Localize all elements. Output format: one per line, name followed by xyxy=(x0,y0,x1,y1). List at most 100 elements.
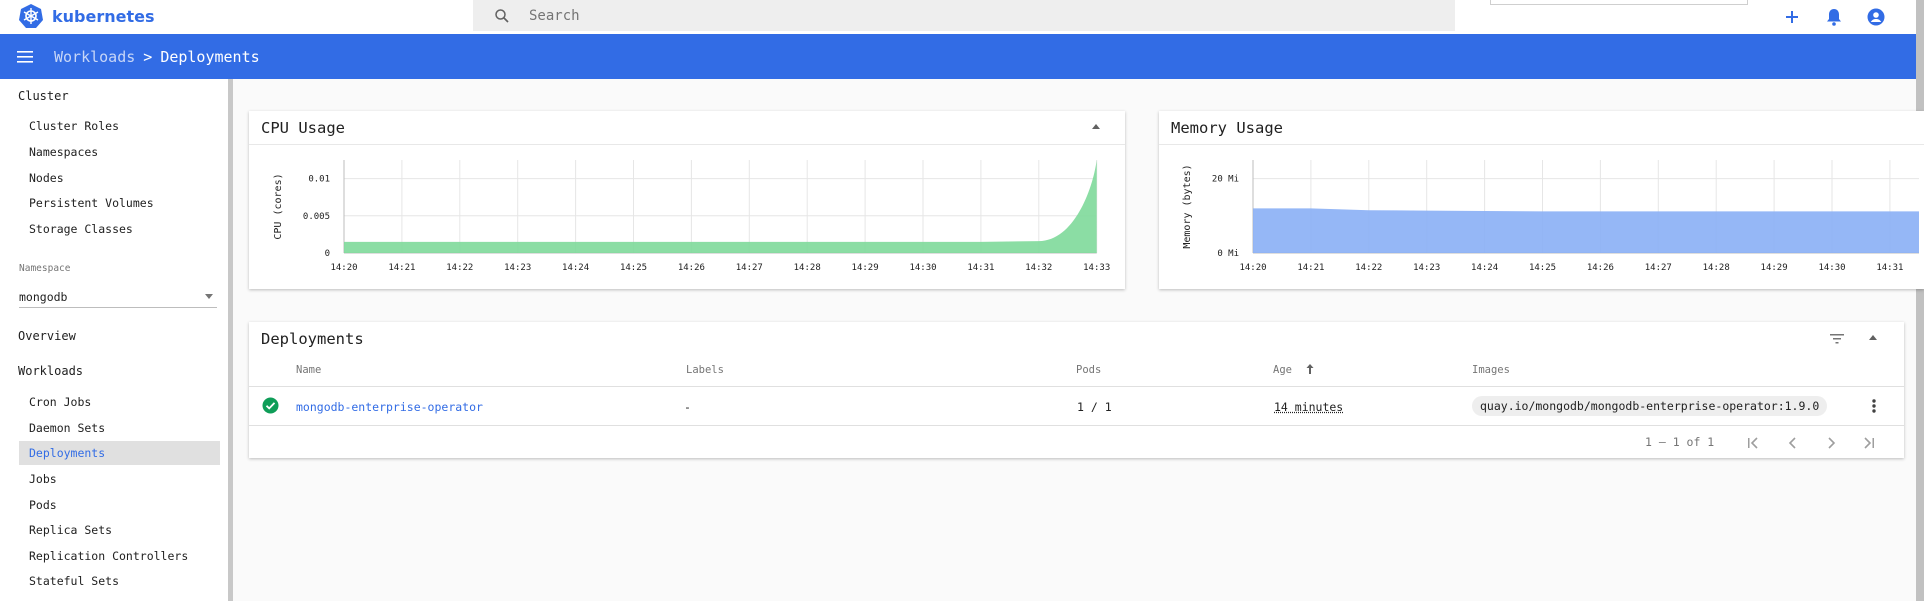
sidebar-section-workloads[interactable]: Workloads xyxy=(18,364,83,378)
x-tick-label: 14:27 xyxy=(1645,263,1672,273)
sidebar-section-cluster[interactable]: Cluster xyxy=(18,89,69,103)
collapse-icon[interactable] xyxy=(1092,124,1100,129)
collapse-icon[interactable] xyxy=(1869,335,1877,340)
cpu-usage-chart: 0 0.005 0.01 14:20 14:21 14:22 14:23 14:24 14:25… xyxy=(273,160,1110,273)
breadcrumb-deployments: Deployments xyxy=(160,47,260,66)
x-tick-label: 14:28 xyxy=(794,263,821,273)
kubernetes-logo-icon xyxy=(19,4,43,28)
x-tick-label: 14:23 xyxy=(1413,263,1440,273)
account-icon[interactable] xyxy=(1864,5,1888,29)
column-header-age[interactable]: Age xyxy=(1273,364,1292,376)
cpu-usage-card: CPU Usage 0 0.005 0.01 14:20 14:21 14:22 14:23… xyxy=(249,111,1125,289)
y-tick-label: 20 Mi xyxy=(1212,175,1239,185)
sidebar-item-stateful-sets[interactable]: Stateful Sets xyxy=(19,569,220,593)
sidebar-item-overview[interactable]: Overview xyxy=(18,329,76,343)
deployment-age[interactable]: 14 minutes xyxy=(1274,400,1343,414)
x-tick-label: 14:29 xyxy=(852,263,879,273)
sidebar-item-replication-controllers[interactable]: Replication Controllers xyxy=(19,544,220,568)
x-tick-label: 14:29 xyxy=(1761,263,1788,273)
x-tick-label: 14:22 xyxy=(1355,263,1382,273)
x-tick-label: 14:26 xyxy=(1587,263,1614,273)
x-tick-label: 14:22 xyxy=(446,263,473,273)
page-scrollbar[interactable] xyxy=(1916,0,1924,601)
sidebar-scrollbar[interactable] xyxy=(228,79,233,601)
pagination-range: 1 – 1 of 1 xyxy=(1645,435,1715,449)
deployment-name-link[interactable]: mongodb-enterprise-operator xyxy=(296,400,483,414)
search-bar[interactable] xyxy=(473,0,1455,31)
x-tick-label: 14:28 xyxy=(1703,263,1730,273)
sidebar-item-replica-sets[interactable]: Replica Sets xyxy=(19,518,220,542)
sidebar-item-nodes[interactable]: Nodes xyxy=(19,166,220,190)
popup-edge xyxy=(1490,0,1748,5)
table-divider xyxy=(249,386,1904,387)
app-logo[interactable]: kubernetes xyxy=(18,3,155,29)
sidebar-item-persistent-volumes[interactable]: Persistent Volumes xyxy=(19,191,220,215)
previous-page-icon[interactable] xyxy=(1786,436,1800,450)
sidebar-item-pods[interactable]: Pods xyxy=(19,493,220,517)
notifications-bell-icon[interactable] xyxy=(1822,5,1846,29)
y-tick-label: 0.01 xyxy=(308,175,330,185)
x-tick-label: 14:32 xyxy=(1025,263,1052,273)
y-tick-label: 0 xyxy=(325,249,330,259)
x-tick-label: 14:31 xyxy=(967,263,994,273)
memory-usage-card: Memory Usage 0 Mi 20 Mi 14:20 14:21 14:22 14:… xyxy=(1159,111,1924,289)
namespace-label: Namespace xyxy=(19,263,71,274)
sidebar-item-jobs[interactable]: Jobs xyxy=(19,467,220,491)
sidebar-item-namespaces[interactable]: Namespaces xyxy=(19,140,220,164)
image-chip: quay.io/mongodb/mongodb-enterprise-opera… xyxy=(1472,396,1828,416)
area-series xyxy=(344,160,1097,253)
dropdown-arrow-icon xyxy=(205,294,213,299)
more-vert-icon[interactable] xyxy=(1871,398,1877,414)
menu-icon[interactable] xyxy=(16,50,36,64)
cpu-card-title: CPU Usage xyxy=(261,119,345,137)
table-divider xyxy=(249,425,1904,426)
page-toolbar: Workloads > Deployments xyxy=(0,34,1924,79)
column-header-name[interactable]: Name xyxy=(296,364,321,376)
y-tick-label: 0.005 xyxy=(303,212,330,222)
sidebar-item-deployments[interactable]: Deployments xyxy=(19,441,220,465)
x-tick-label: 14:26 xyxy=(678,263,705,273)
y-axis-label: CPU (cores) xyxy=(273,173,284,239)
breadcrumb-workloads[interactable]: Workloads xyxy=(54,48,135,66)
x-tick-label: 14:24 xyxy=(1471,263,1498,273)
sidebar-item-storage-classes[interactable]: Storage Classes xyxy=(19,217,220,241)
deployment-pods: 1 / 1 xyxy=(1077,400,1112,414)
area-series xyxy=(1253,208,1919,253)
deployment-labels: - xyxy=(684,400,691,414)
top-bar: kubernetes xyxy=(0,0,1924,34)
breadcrumb-separator: > xyxy=(143,47,153,66)
sort-arrow-up-icon[interactable] xyxy=(1305,363,1315,375)
x-tick-label: 14:30 xyxy=(909,263,936,273)
x-tick-label: 14:20 xyxy=(1239,263,1266,273)
memory-card-title: Memory Usage xyxy=(1171,119,1283,137)
x-tick-label: 14:33 xyxy=(1083,263,1110,273)
sidebar-item-daemon-sets[interactable]: Daemon Sets xyxy=(19,416,220,440)
next-page-icon[interactable] xyxy=(1824,436,1838,450)
sidebar-item-cluster-roles[interactable]: Cluster Roles xyxy=(19,114,220,138)
search-icon xyxy=(495,8,509,23)
column-header-pods: Pods xyxy=(1076,364,1102,376)
x-tick-label: 14:31 xyxy=(1876,263,1903,273)
x-tick-label: 14:25 xyxy=(620,263,647,273)
y-tick-label: 0 Mi xyxy=(1217,249,1239,259)
x-tick-label: 14:21 xyxy=(1297,263,1324,273)
first-page-icon[interactable] xyxy=(1746,436,1760,450)
memory-usage-chart: 0 Mi 20 Mi 14:20 14:21 14:22 14:23 14:24 14:25 1… xyxy=(1182,160,1919,273)
column-header-labels: Labels xyxy=(686,364,724,376)
last-page-icon[interactable] xyxy=(1862,436,1876,450)
app-name: kubernetes xyxy=(52,6,155,26)
x-tick-label: 14:30 xyxy=(1818,263,1845,273)
filter-icon[interactable] xyxy=(1829,332,1845,346)
x-tick-label: 14:24 xyxy=(562,263,589,273)
y-axis-label: Memory (bytes) xyxy=(1182,164,1193,248)
namespace-select[interactable]: mongodb xyxy=(19,286,217,308)
x-tick-label: 14:23 xyxy=(504,263,531,273)
x-tick-label: 14:20 xyxy=(330,263,357,273)
search-input[interactable] xyxy=(527,6,1327,25)
add-icon[interactable] xyxy=(1780,5,1804,29)
namespace-value: mongodb xyxy=(19,289,68,304)
x-tick-label: 14:25 xyxy=(1529,263,1556,273)
sidebar-item-cron-jobs[interactable]: Cron Jobs xyxy=(19,390,220,414)
status-success-icon xyxy=(262,397,279,414)
x-tick-label: 14:27 xyxy=(736,263,763,273)
